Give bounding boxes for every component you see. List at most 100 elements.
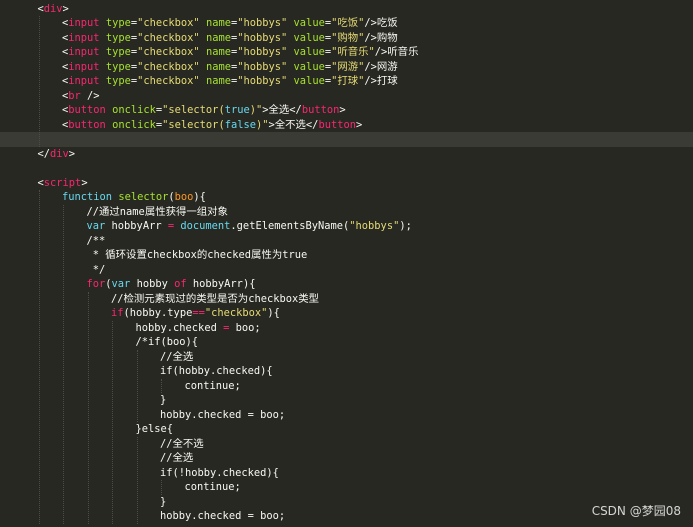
code-token-attr: type xyxy=(105,31,131,44)
code-line[interactable]: <button onclick="selector(false)">全不选</b… xyxy=(0,118,693,133)
code-line[interactable]: <input type="checkbox" name="hobbys" val… xyxy=(0,74,693,89)
code-token-comment: //通过name属性获得一组对象 xyxy=(86,205,228,218)
code-token-attr: name xyxy=(205,46,231,58)
code-token-kw: false xyxy=(224,118,256,131)
code-line[interactable]: //检测元素现过的类型是否为checkbox类型 xyxy=(0,292,693,307)
code-token-str: "checkbox" xyxy=(204,307,268,319)
code-line[interactable]: <button onclick="selector(true)">全选</but… xyxy=(0,103,693,118)
code-token-text: />网游 xyxy=(364,60,398,73)
code-line[interactable]: </div> xyxy=(0,147,693,162)
code-editor[interactable]: <div> <input type="checkbox" name="hobbys… xyxy=(0,0,693,527)
code-token-str: "checkbox" xyxy=(137,17,200,29)
code-line[interactable]: if(!hobby.checked){ xyxy=(0,466,693,481)
code-token-text: hobbyArr xyxy=(105,220,168,232)
code-line[interactable]: }else{ xyxy=(0,422,693,437)
code-line[interactable]: //通过name属性获得一组对象 xyxy=(0,205,693,220)
code-token-str: "checkbox" xyxy=(137,46,200,58)
code-line[interactable]: <div> xyxy=(0,2,693,17)
code-token-str: "网游" xyxy=(331,60,365,73)
code-token-attr: value xyxy=(293,75,325,87)
code-token-text: hobby xyxy=(130,278,175,290)
code-token-str: "听音乐" xyxy=(331,46,375,58)
code-token-comment: //全不选 xyxy=(160,437,204,450)
code-line[interactable]: } xyxy=(0,495,693,510)
code-token-tag: for xyxy=(86,278,106,290)
code-line[interactable]: <input type="checkbox" name="hobbys" val… xyxy=(0,31,693,46)
code-token-attr: value xyxy=(293,17,325,29)
code-line[interactable]: <input type="checkbox" name="hobbys" val… xyxy=(0,45,693,60)
code-line[interactable]: } xyxy=(0,393,693,408)
code-token-str: "hobbys" xyxy=(237,31,288,44)
indent-guide xyxy=(161,480,162,495)
code-line[interactable]: * 循环设置checkbox的checked属性为true xyxy=(0,248,693,263)
code-token-comment: if(hobby.checked){ xyxy=(160,365,273,377)
code-line[interactable]: <br /> xyxy=(0,89,693,104)
code-token-attr: onclick xyxy=(112,118,156,131)
code-token-str: "购物" xyxy=(331,31,365,44)
code-line[interactable]: <input type="checkbox" name="hobbys" val… xyxy=(0,60,693,75)
code-line[interactable]: //全不选 xyxy=(0,437,693,452)
code-token-text: />打球 xyxy=(364,75,398,87)
code-token-text: > xyxy=(81,176,88,189)
code-line[interactable]: hobby.checked = boo; xyxy=(0,509,693,524)
code-token-comment: //检测元素现过的类型是否为checkbox类型 xyxy=(111,292,320,305)
code-line[interactable]: continue; xyxy=(0,480,693,495)
code-token-kw: function xyxy=(62,191,113,203)
code-line[interactable]: //全选 xyxy=(0,451,693,466)
code-token-text: > xyxy=(62,2,69,15)
code-token-tag: input xyxy=(68,31,100,44)
indent-guide xyxy=(63,204,64,524)
code-token-text: />购物 xyxy=(364,31,398,44)
code-token-text: boo; xyxy=(229,321,261,334)
code-line[interactable]: function selector(boo){ xyxy=(0,190,693,205)
code-line[interactable]: hobby.checked = boo; xyxy=(0,408,693,423)
code-token-comment: if(!hobby.checked){ xyxy=(160,466,279,479)
code-line[interactable]: <input type="checkbox" name="hobbys" val… xyxy=(0,16,693,31)
code-token-comment: hobby.checked = boo; xyxy=(160,510,286,522)
code-token-tag: if xyxy=(111,307,124,319)
code-token-text: ){ xyxy=(267,307,280,319)
code-token-str: "selector( xyxy=(162,118,225,131)
current-code-line[interactable] xyxy=(0,132,693,147)
code-token-attr: value xyxy=(293,31,325,44)
code-token-tag: input xyxy=(68,60,100,73)
code-line[interactable]: hobby.checked = boo; xyxy=(0,321,693,336)
code-token-str: )" xyxy=(255,118,269,131)
code-line[interactable]: if(hobby.type=="checkbox"){ xyxy=(0,306,693,321)
code-token-str: )" xyxy=(249,104,263,116)
code-token-attr: name xyxy=(205,31,231,44)
code-token-tag: input xyxy=(68,75,100,87)
code-token-text: /> xyxy=(80,89,100,102)
code-line[interactable]: for(var hobby of hobbyArr){ xyxy=(0,277,693,292)
code-line[interactable] xyxy=(0,161,693,176)
code-token-text: .getElementsByName( xyxy=(230,220,350,232)
code-line[interactable]: */ xyxy=(0,263,693,278)
indent-guide xyxy=(161,378,162,393)
indent-guide xyxy=(136,436,138,524)
code-line[interactable]: /*if(boo){ xyxy=(0,335,693,350)
code-token-param: boo xyxy=(174,191,194,203)
code-token-comment: continue; xyxy=(184,379,241,392)
code-token-text: ){ xyxy=(193,191,206,203)
code-line[interactable]: var hobbyArr = document.getElementsByNam… xyxy=(0,219,693,234)
code-token-text: </ xyxy=(37,147,51,160)
code-token-comment: //全选 xyxy=(160,350,194,363)
code-token-text: > xyxy=(68,147,76,160)
code-line[interactable]: /** xyxy=(0,234,693,249)
code-token-str: "checkbox" xyxy=(137,60,200,73)
code-token-tag: div xyxy=(43,2,63,15)
code-token-str: "hobbys" xyxy=(237,60,288,73)
code-token-comment: continue; xyxy=(184,481,241,493)
code-token-attr: type xyxy=(105,60,131,73)
code-line[interactable]: if(hobby.checked){ xyxy=(0,364,693,379)
code-line[interactable]: <script> xyxy=(0,176,693,191)
code-line[interactable]: //全选 xyxy=(0,350,693,365)
code-line[interactable]: continue; xyxy=(0,379,693,394)
code-token-attr: value xyxy=(293,46,325,58)
code-token-tag: input xyxy=(68,17,100,29)
code-token-attr: name xyxy=(205,75,231,87)
code-token-text: hobby.checked xyxy=(135,321,224,334)
code-token-str: "hobbys" xyxy=(237,46,288,58)
code-token-comment: }else{ xyxy=(135,423,174,435)
code-token-str: "hobbys" xyxy=(237,17,288,29)
